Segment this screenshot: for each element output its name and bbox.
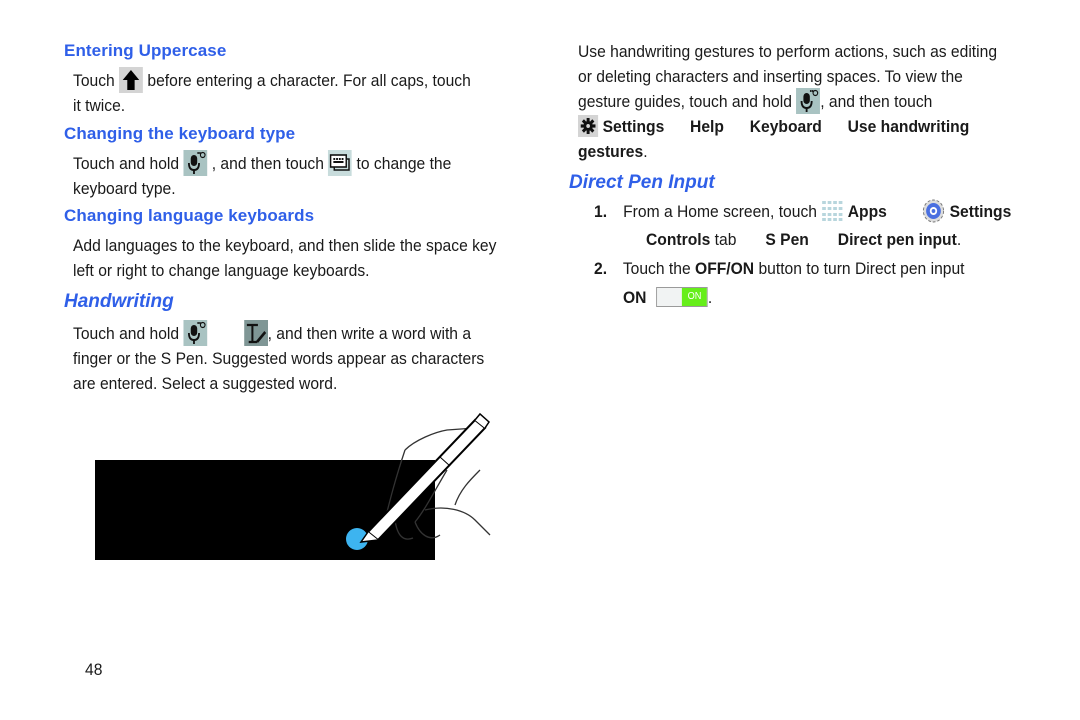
shift-arrow-icon xyxy=(119,66,144,93)
path-help: Help xyxy=(690,117,724,136)
handwriting-line-2: finger or the S Pen. Suggested words app… xyxy=(73,349,485,368)
step-number: 1. xyxy=(594,202,608,221)
uppercase-line-1: Touch before entering a character. For a… xyxy=(73,66,471,95)
settings-gear-icon xyxy=(578,114,599,137)
toggle-knob-on: ON xyxy=(682,287,707,306)
gestures-line-1: Use handwriting gestures to perform acti… xyxy=(578,42,998,61)
path-settings: Settings xyxy=(602,117,665,136)
voice-settings-mic-icon xyxy=(183,319,208,346)
keyboard-type-line-1: Touch and hold , and then touch to chang… xyxy=(73,149,452,178)
heading-handwriting: Handwriting xyxy=(64,291,174,312)
handwriting-illustration xyxy=(95,410,505,570)
text: Touch xyxy=(73,71,115,90)
text: gestures xyxy=(578,142,644,161)
heading-entering-uppercase: Entering Uppercase xyxy=(64,41,227,60)
uppercase-line-2: it twice. xyxy=(73,96,126,115)
on-label: ON xyxy=(623,288,647,307)
gestures-line-2: or deleting characters and inserting spa… xyxy=(578,67,963,86)
text: . xyxy=(643,142,648,161)
s-pen-label: S Pen xyxy=(765,230,809,249)
text: , and then write a word with a xyxy=(267,324,472,343)
gestures-settings-path: Settings Help Keyboard Use handwriting xyxy=(578,114,969,139)
text: button to turn Direct pen input xyxy=(758,259,965,278)
text: before entering a character. For all cap… xyxy=(147,71,471,90)
gestures-line-5: gestures. xyxy=(578,139,648,164)
voice-settings-mic-icon xyxy=(796,87,821,114)
text: . xyxy=(707,288,713,307)
step-number: 2. xyxy=(594,259,608,278)
handwriting-text-pen-icon xyxy=(243,319,268,346)
language-line-2: left or right to change language keyboar… xyxy=(73,261,370,280)
step-1-line-1: 1. From a Home screen, touch Apps Settin… xyxy=(594,199,1011,226)
heading-direct-pen-input: Direct Pen Input xyxy=(569,172,715,193)
text: , and then touch xyxy=(820,92,933,111)
path-keyboard: Keyboard xyxy=(749,117,822,136)
controls-label: Controls xyxy=(646,230,711,249)
language-line-1: Add languages to the keyboard, and then … xyxy=(73,236,497,255)
text: , and then touch xyxy=(211,154,324,173)
step-2-line-1: 2. Touch the OFF/ON button to turn Direc… xyxy=(594,256,965,281)
apps-label: Apps xyxy=(847,202,887,221)
text: gesture guides, touch and hold xyxy=(578,92,792,111)
text: From a Home screen, touch xyxy=(623,202,817,221)
text: . xyxy=(956,230,962,249)
direct-pen-input-label: Direct pen input xyxy=(837,230,957,249)
text: Touch and hold xyxy=(73,324,180,343)
text: Touch and hold xyxy=(73,154,180,173)
gestures-line-3: gesture guides, touch and hold , and the… xyxy=(578,87,933,116)
keyboard-icon xyxy=(328,149,353,176)
heading-changing-language-keyboards: Changing language keyboards xyxy=(64,206,315,225)
off-on-label: OFF/ON xyxy=(695,259,755,278)
on-off-toggle[interactable]: ON xyxy=(656,286,708,307)
settings-gear-icon xyxy=(921,198,945,224)
screen-black-area xyxy=(95,460,435,560)
text: to change the xyxy=(356,154,452,173)
path-use-handwriting: Use handwriting xyxy=(847,117,970,136)
handwriting-line-1: Touch and hold , and then write a word w… xyxy=(73,319,472,348)
settings-label: Settings xyxy=(949,202,1012,221)
handwriting-line-3: are entered. Select a suggested word. xyxy=(73,374,338,393)
text: tab xyxy=(714,230,737,249)
heading-changing-keyboard-type: Changing the keyboard type xyxy=(64,124,296,143)
step-2-line-2: ON ON . xyxy=(623,285,712,310)
page-number: 48 xyxy=(85,660,103,679)
voice-settings-mic-icon xyxy=(183,149,208,176)
apps-grid-icon xyxy=(821,200,843,222)
keyboard-type-line-2: keyboard type. xyxy=(73,179,176,198)
step-1-line-2: Controls tab S Pen Direct pen input. xyxy=(646,227,961,252)
text: Touch the xyxy=(622,259,691,278)
